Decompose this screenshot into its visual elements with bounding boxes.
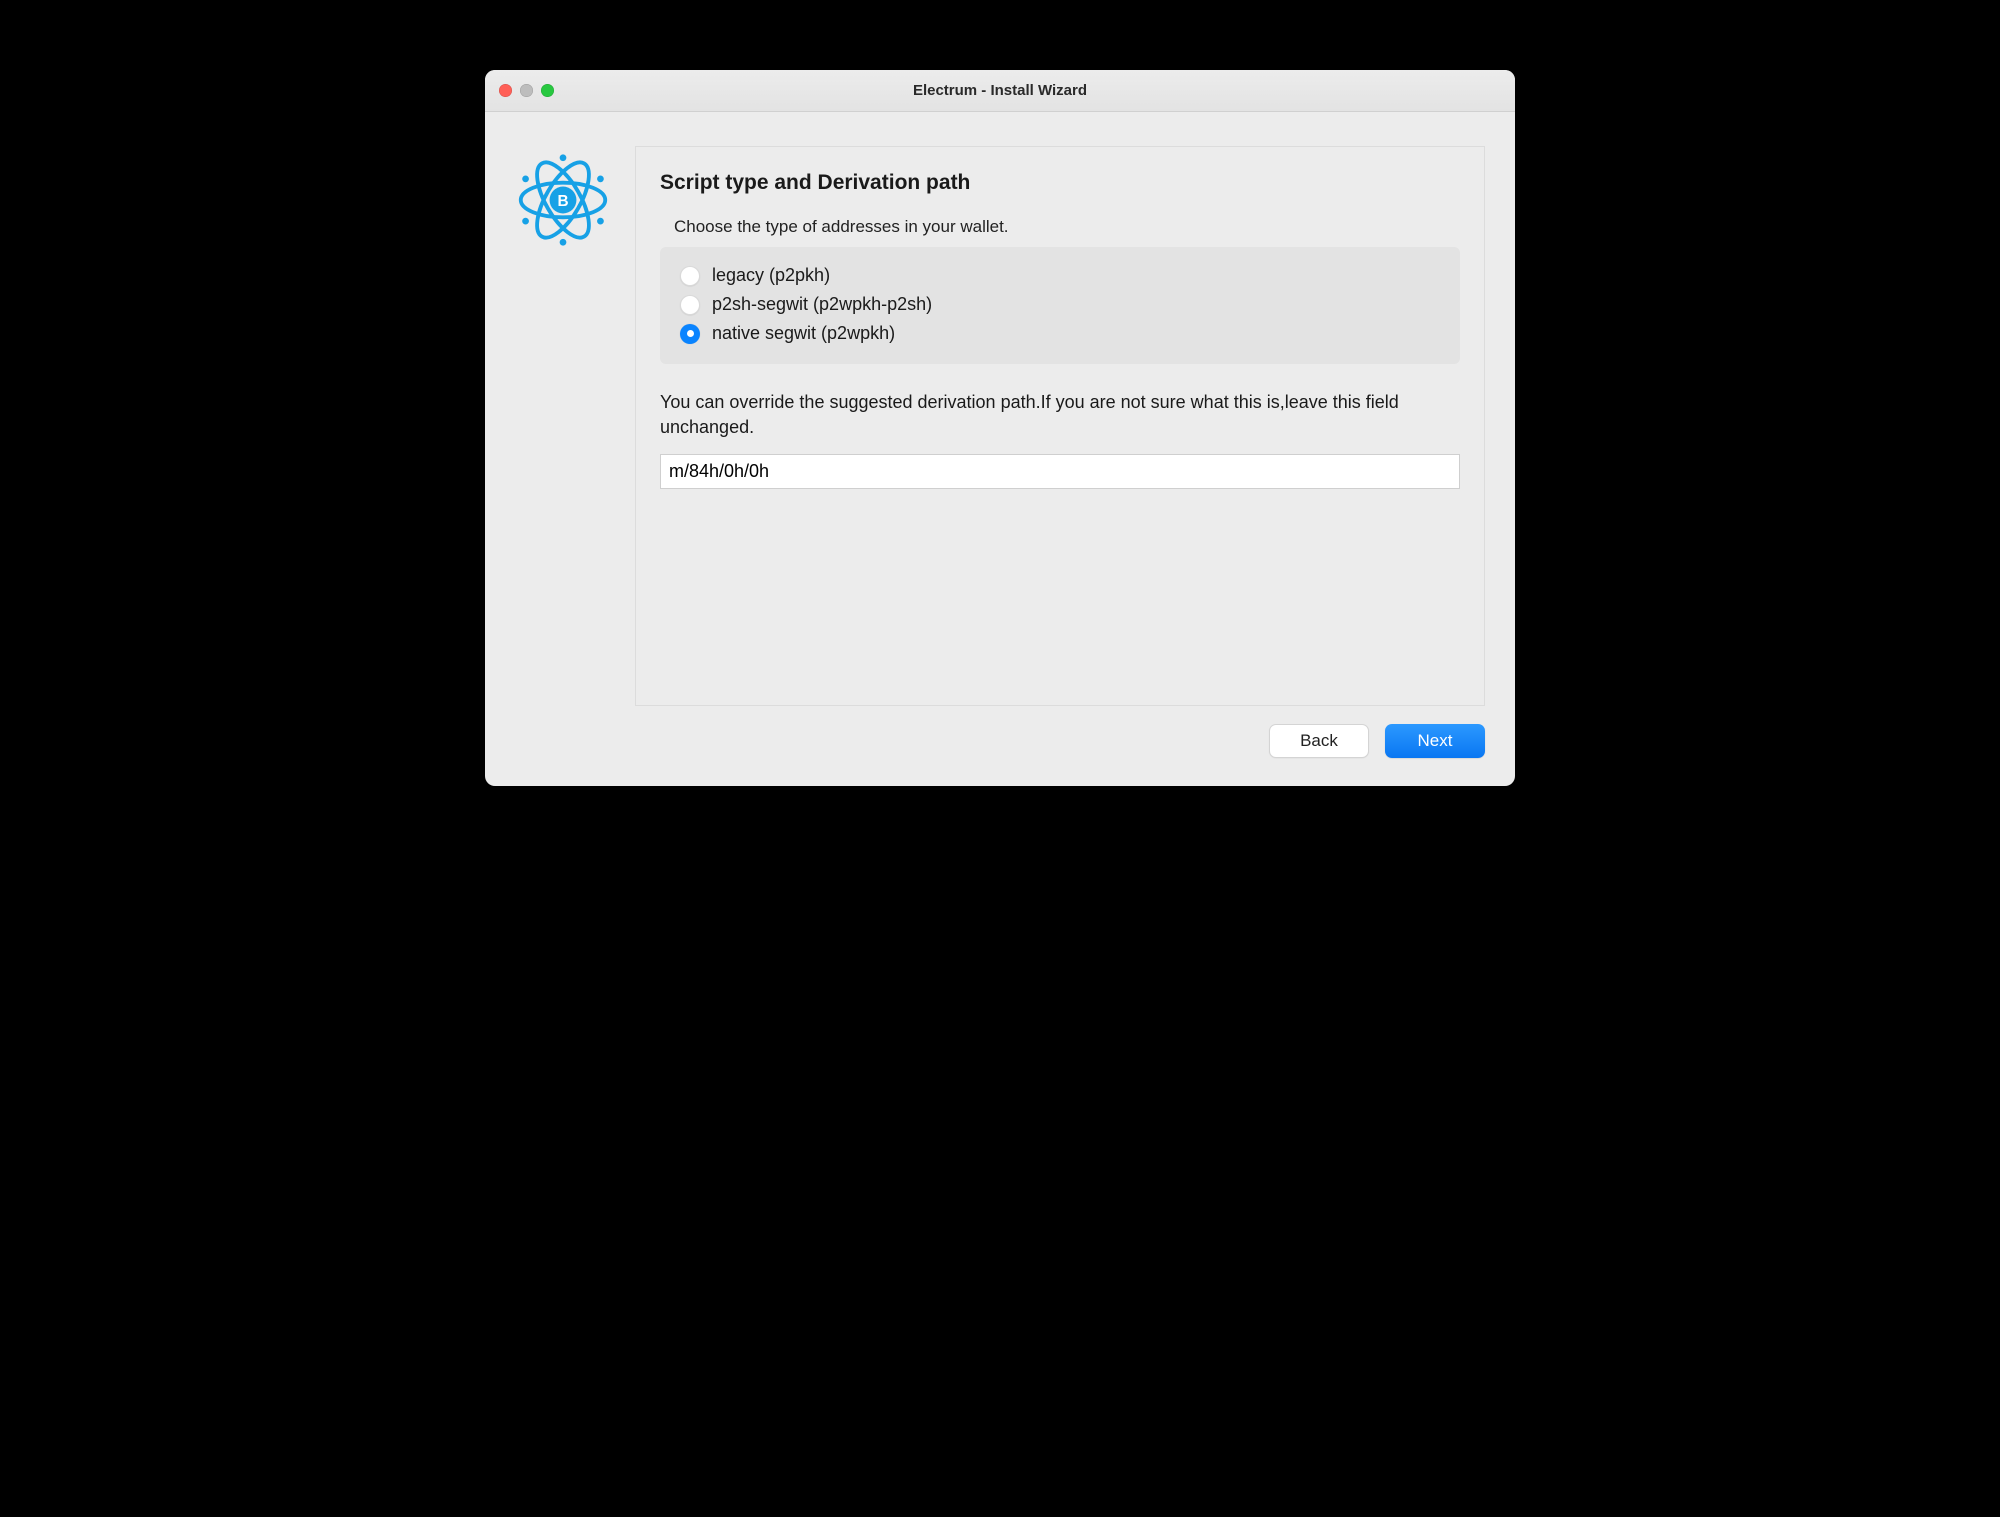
radio-option-native-segwit[interactable]: native segwit (p2wpkh) [680,319,1440,348]
wizard-footer: Back Next [485,706,1515,786]
derivation-path-input[interactable] [660,454,1460,489]
radio-label: p2sh-segwit (p2wpkh-p2sh) [712,294,932,315]
back-button[interactable]: Back [1269,724,1369,758]
install-wizard-window: Electrum - Install Wizard B [485,70,1515,786]
radio-icon [680,295,700,315]
choose-prompt: Choose the type of addresses in your wal… [674,217,1460,237]
override-help-text: You can override the suggested derivatio… [660,390,1460,440]
script-type-radio-group: legacy (p2pkh) p2sh-segwit (p2wpkh-p2sh)… [660,247,1460,364]
title-bar: Electrum - Install Wizard [485,70,1515,112]
svg-text:B: B [557,193,568,210]
wizard-content: Script type and Derivation path Choose t… [635,146,1485,706]
minimize-icon[interactable] [520,84,533,97]
maximize-icon[interactable] [541,84,554,97]
wizard-sidebar: B [515,146,635,706]
radio-option-legacy[interactable]: legacy (p2pkh) [680,261,1440,290]
radio-option-p2sh-segwit[interactable]: p2sh-segwit (p2wpkh-p2sh) [680,290,1440,319]
window-title: Electrum - Install Wizard [485,82,1515,99]
radio-label: legacy (p2pkh) [712,265,830,286]
close-icon[interactable] [499,84,512,97]
radio-label: native segwit (p2wpkh) [712,323,895,344]
section-title: Script type and Derivation path [660,171,1460,195]
radio-icon [680,266,700,286]
next-button[interactable]: Next [1385,724,1485,758]
electrum-logo-icon: B [515,152,611,248]
radio-icon [680,324,700,344]
window-controls [485,84,554,97]
